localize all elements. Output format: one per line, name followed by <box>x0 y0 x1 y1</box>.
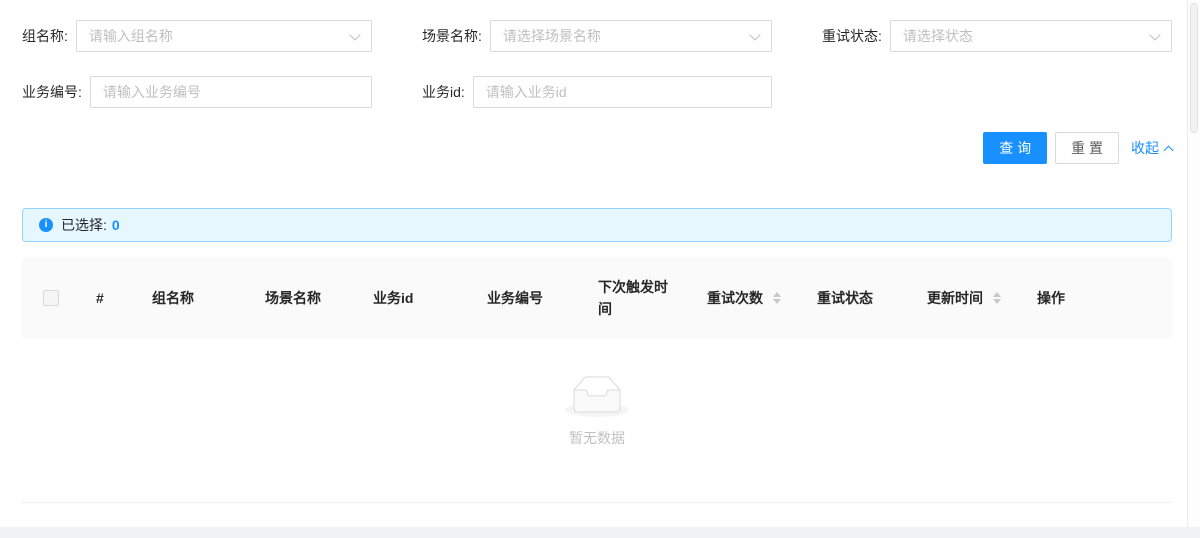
form-item-scene-name: 场景名称: <box>422 20 772 52</box>
collapse-link[interactable]: 收起 <box>1131 138 1172 158</box>
col-business-id: 业务id <box>357 287 471 309</box>
form-item-group-name: 组名称: <box>22 20 372 52</box>
select-all-checkbox[interactable] <box>43 290 59 306</box>
business-no-input[interactable] <box>90 76 372 108</box>
form-actions: 查 询 重 置 收起 <box>22 132 1172 164</box>
reset-button[interactable]: 重 置 <box>1055 132 1119 164</box>
collapse-label: 收起 <box>1131 138 1159 158</box>
select-all-cell <box>22 290 80 306</box>
table-header: # 组名称 场景名称 业务id 业务编号 下次触发时间 重试次数 重试状态 更新… <box>22 258 1172 338</box>
scene-name-label: 场景名称: <box>422 20 482 52</box>
caret-down-icon <box>773 299 781 304</box>
col-group-name: 组名称 <box>136 287 249 309</box>
form-item-retry-status: 重试状态: <box>822 20 1172 52</box>
business-no-label: 业务编号: <box>22 76 82 108</box>
col-actions: 操作 <box>1021 287 1172 309</box>
business-id-label: 业务id: <box>422 76 465 108</box>
col-retry-count: 重试次数 <box>691 287 801 309</box>
retry-status-label: 重试状态: <box>822 20 882 52</box>
sort-icon[interactable] <box>773 292 781 304</box>
col-scene-name: 场景名称 <box>249 287 357 309</box>
col-business-no: 业务编号 <box>471 287 582 309</box>
selection-alert: 已选择: 0 <box>22 208 1172 242</box>
business-id-input[interactable] <box>473 76 772 108</box>
selected-count: 0 <box>112 217 120 233</box>
caret-up-icon <box>993 292 1001 297</box>
group-name-select[interactable] <box>76 20 372 52</box>
page: 组名称: 场景名称: 重试状态: <box>0 0 1200 538</box>
info-circle-icon <box>39 218 53 232</box>
vertical-scrollbar[interactable] <box>1187 0 1200 527</box>
retry-table: # 组名称 场景名称 业务id 业务编号 下次触发时间 重试次数 重试状态 更新… <box>22 258 1172 503</box>
scene-name-select[interactable] <box>490 20 772 52</box>
empty-box-icon <box>565 376 629 420</box>
filter-row-2: 业务编号: 业务id: <box>22 76 1172 108</box>
empty-state: 暂无数据 <box>22 376 1172 448</box>
scrollbar-thumb[interactable] <box>1190 3 1198 133</box>
form-item-business-id: 业务id: <box>422 76 772 108</box>
col-update-time: 更新时间 <box>911 287 1021 309</box>
caret-down-icon <box>993 299 1001 304</box>
retry-status-select[interactable] <box>890 20 1172 52</box>
form-item-business-no: 业务编号: <box>22 76 372 108</box>
table-body: 暂无数据 <box>22 338 1172 503</box>
query-button[interactable]: 查 询 <box>983 132 1047 164</box>
col-retry-status: 重试状态 <box>801 287 911 309</box>
empty-text: 暂无数据 <box>22 428 1172 448</box>
bottom-window-strip <box>0 527 1200 538</box>
chevron-up-icon <box>1164 145 1174 155</box>
selected-label: 已选择: <box>61 215 107 235</box>
caret-up-icon <box>773 292 781 297</box>
filter-row-1: 组名称: 场景名称: 重试状态: <box>22 20 1172 52</box>
sort-icon[interactable] <box>993 292 1001 304</box>
col-index: # <box>80 287 136 309</box>
group-name-label: 组名称: <box>22 20 68 52</box>
col-next-trigger-time: 下次触发时间 <box>582 276 691 320</box>
